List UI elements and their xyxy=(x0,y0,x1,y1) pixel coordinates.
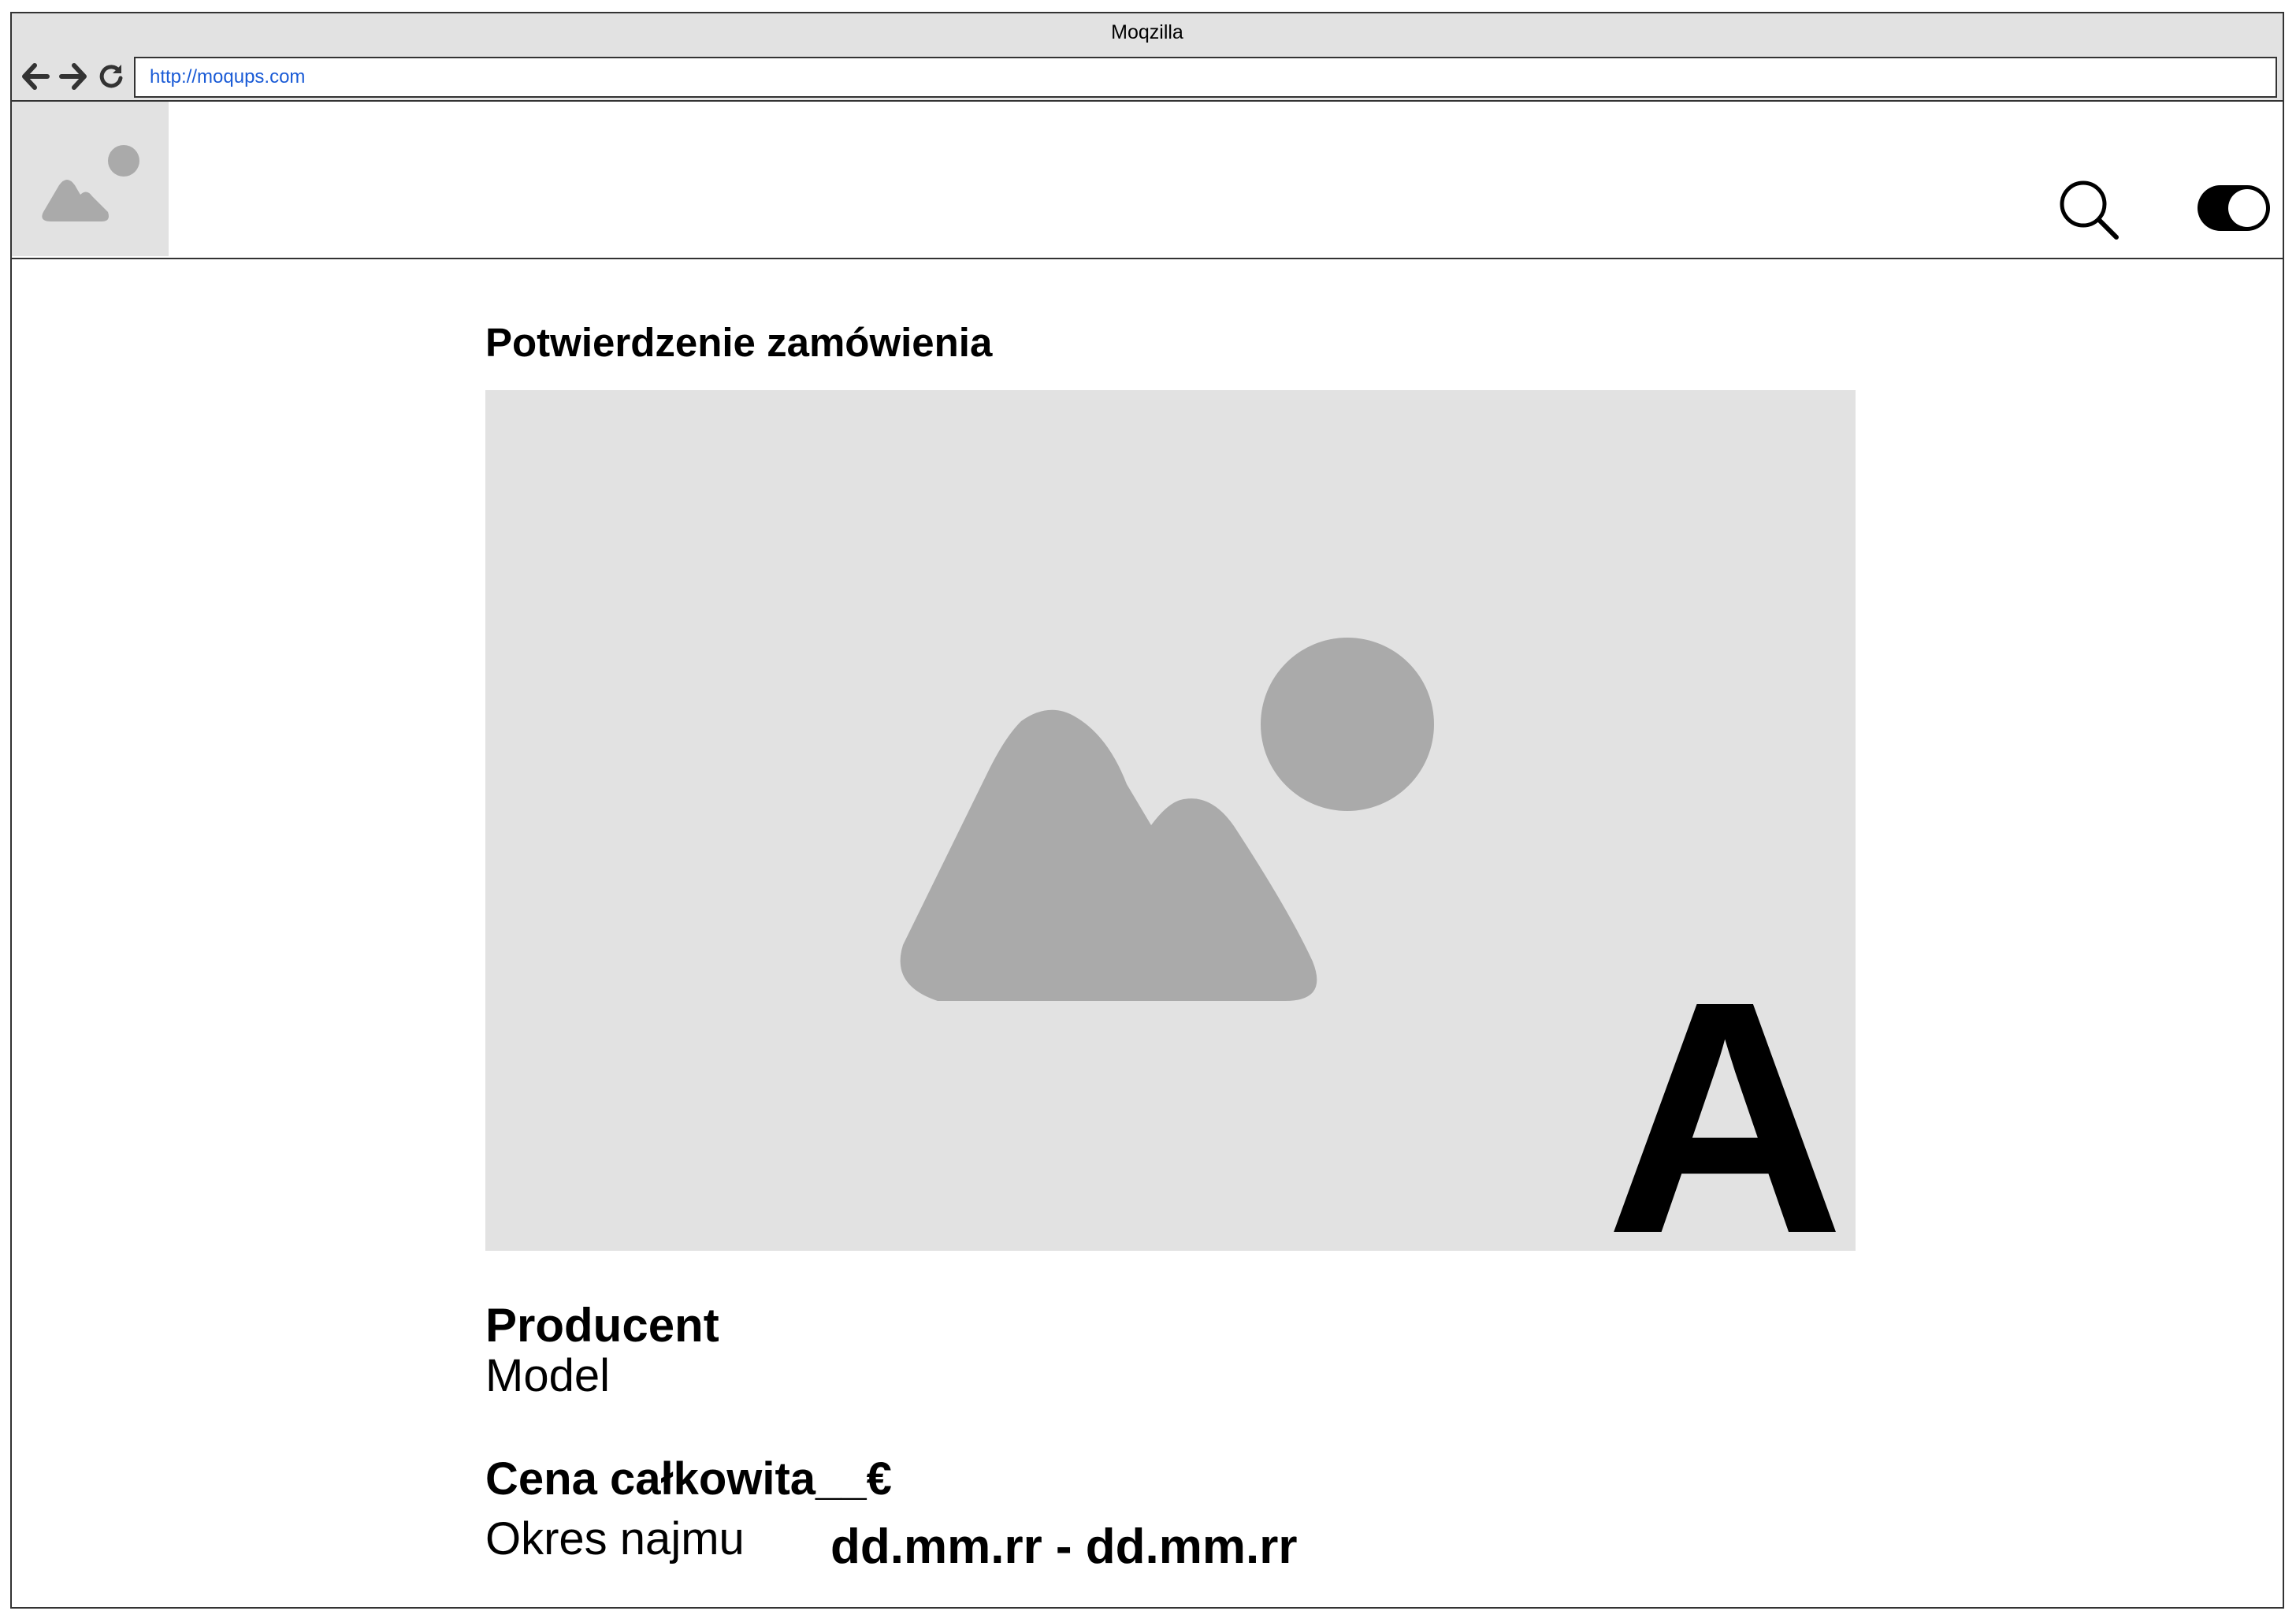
rental-period-value: dd.mm.rr - dd.mm.rr xyxy=(830,1520,1298,1574)
browser-titlebar: Moqzilla http://moqups.com xyxy=(12,13,2283,102)
toggle-switch[interactable] xyxy=(2198,185,2270,231)
reload-icon xyxy=(99,65,123,88)
toggle-knob xyxy=(2228,189,2266,227)
logo[interactable] xyxy=(12,102,169,256)
browser-window: Moqzilla http://moqups.com Potwierdzenie… xyxy=(10,12,2284,1609)
hero-image: A xyxy=(485,390,1856,1251)
forward-button[interactable] xyxy=(56,59,91,94)
image-placeholder-icon xyxy=(42,145,139,221)
producer-name: Producent xyxy=(485,1299,719,1352)
hero-letter: A xyxy=(1605,933,1845,1252)
arrow-left-icon xyxy=(22,63,50,90)
back-button[interactable] xyxy=(18,59,53,94)
window-title: Moqzilla xyxy=(1111,21,1183,43)
app-header xyxy=(12,102,2283,259)
url-bar[interactable]: http://moqups.com xyxy=(134,57,2277,98)
page-title: Potwierdzenie zamówienia xyxy=(485,320,993,365)
rental-period-label: Okres najmu xyxy=(485,1513,745,1564)
total-price: Cena całkowita__€ xyxy=(485,1453,892,1505)
search-icon xyxy=(2060,180,2119,240)
url-text: http://moqups.com xyxy=(150,66,306,87)
model-name: Model xyxy=(485,1350,610,1401)
arrow-right-icon xyxy=(59,63,87,90)
reload-button[interactable] xyxy=(94,59,128,94)
search-button[interactable] xyxy=(2058,179,2121,242)
